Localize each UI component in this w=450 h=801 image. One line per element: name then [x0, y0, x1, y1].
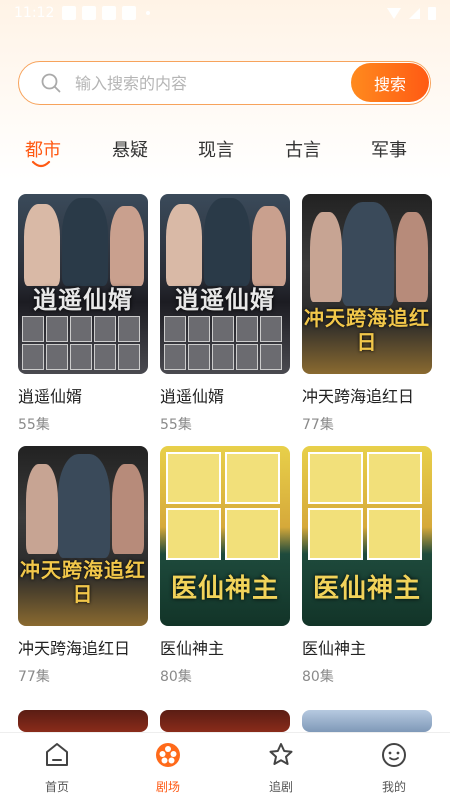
- notification-icon: [82, 6, 97, 20]
- nav-profile[interactable]: 我的: [364, 741, 424, 795]
- poster-title: 冲天跨海追红日: [304, 306, 430, 354]
- drama-poster: 逍遥仙婿: [18, 194, 148, 374]
- drama-poster: 冲天跨海追红日: [302, 194, 432, 374]
- drama-poster: 冲天跨海追红日: [18, 446, 148, 626]
- drama-card[interactable]: 逍遥仙婿 逍遥仙婿 55集: [18, 194, 148, 434]
- drama-title: 医仙神主: [160, 639, 225, 658]
- drama-poster: 逍遥仙婿: [160, 194, 290, 374]
- drama-episodes: 55集: [160, 417, 192, 433]
- tab-xuanyi[interactable]: 悬疑: [100, 136, 160, 162]
- drama-title: 逍遥仙婿: [18, 387, 83, 406]
- tab-junshi[interactable]: 军事: [359, 136, 419, 162]
- notification-icon: [62, 6, 77, 20]
- wifi-icon: [387, 7, 401, 19]
- drama-poster: 医仙神主: [160, 446, 290, 626]
- search-bar: 搜索: [18, 61, 431, 105]
- tab-label: 都市: [25, 140, 61, 161]
- drama-card[interactable]: 医仙神主 医仙神主 80集: [160, 446, 290, 686]
- drama-poster: [18, 710, 148, 732]
- poster-title: 医仙神主: [312, 574, 421, 604]
- theater-icon: [156, 743, 180, 767]
- poster-title: 冲天跨海追红日: [20, 558, 146, 606]
- drama-episodes: 77集: [302, 417, 334, 433]
- poster-title: 逍遥仙婿: [175, 285, 275, 314]
- drama-poster: [302, 710, 432, 732]
- drama-episodes: 55集: [18, 417, 50, 433]
- drama-card[interactable]: [302, 710, 432, 732]
- poster-title: 逍遥仙婿: [33, 285, 133, 314]
- profile-icon: [382, 743, 406, 767]
- drama-title: 冲天跨海追红日: [18, 639, 131, 658]
- active-tab-indicator: [31, 160, 51, 168]
- category-tabs: 都市 悬疑 现言 古言 军事: [0, 136, 450, 176]
- search-input[interactable]: [75, 72, 345, 94]
- drama-card[interactable]: 冲天跨海追红日 冲天跨海追红日 77集: [18, 446, 148, 686]
- nav-label: 剧场: [155, 780, 180, 794]
- tab-label: 军事: [371, 140, 407, 161]
- cloud-icon: [122, 6, 137, 20]
- tab-label: 悬疑: [112, 140, 148, 161]
- drama-poster: 医仙神主: [302, 446, 432, 626]
- status-bar: 11:12: [0, 0, 450, 26]
- tab-label: 现言: [198, 140, 234, 161]
- drama-card[interactable]: [160, 710, 290, 732]
- signal-icon: [409, 7, 420, 19]
- poster-title: 医仙神主: [170, 574, 279, 604]
- tab-label: 古言: [285, 140, 321, 161]
- drama-episodes: 80集: [302, 669, 334, 685]
- drama-title: 医仙神主: [302, 639, 367, 658]
- search-button[interactable]: 搜索: [351, 63, 429, 102]
- drama-episodes: 77集: [18, 669, 50, 685]
- drama-poster: [160, 710, 290, 732]
- drama-episodes: 80集: [160, 669, 192, 685]
- drama-title: 冲天跨海追红日: [302, 387, 415, 406]
- drama-card[interactable]: 冲天跨海追红日 冲天跨海追红日 77集: [302, 194, 432, 434]
- nav-label: 追剧: [268, 780, 293, 794]
- tab-guyan[interactable]: 古言: [273, 136, 333, 162]
- drama-card[interactable]: 医仙神主 医仙神主 80集: [302, 446, 432, 686]
- star-icon: [269, 743, 293, 765]
- nav-label: 我的: [381, 780, 406, 794]
- search-icon: [41, 73, 61, 93]
- nav-follow[interactable]: 追剧: [251, 741, 311, 795]
- battery-icon: [428, 6, 436, 20]
- drama-title: 逍遥仙婿: [160, 387, 225, 406]
- home-icon: [46, 743, 68, 766]
- nav-home[interactable]: 首页: [27, 741, 87, 795]
- nav-theater[interactable]: 剧场: [138, 741, 198, 795]
- tab-xianyan[interactable]: 现言: [186, 136, 246, 162]
- status-time: 11:12: [14, 5, 55, 21]
- tab-dushi[interactable]: 都市: [13, 136, 73, 168]
- chat-icon: [102, 6, 117, 20]
- drama-card[interactable]: 逍遥仙婿 逍遥仙婿 55集: [160, 194, 290, 434]
- bottom-nav: 首页 剧场 追剧 我的: [0, 732, 450, 801]
- nav-label: 首页: [44, 780, 69, 794]
- dot-icon: [146, 11, 151, 15]
- drama-card[interactable]: [18, 710, 148, 732]
